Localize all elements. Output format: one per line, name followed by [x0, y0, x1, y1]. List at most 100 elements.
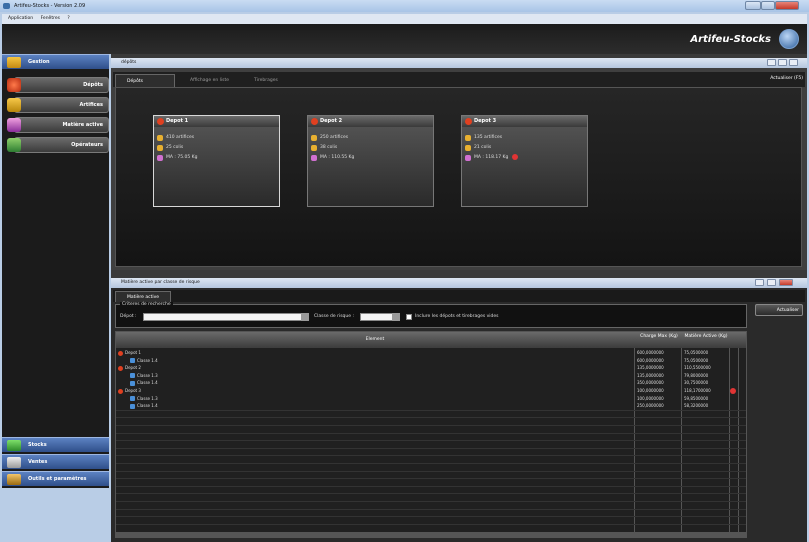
depot-card-name: Depot 3: [474, 118, 497, 124]
depot-icon: [118, 365, 123, 371]
classe-icon: [130, 380, 135, 386]
grid-horizontal-scrollbar[interactable]: [116, 532, 746, 537]
depot-card-name: Depot 1: [166, 118, 189, 124]
table-row[interactable]: Classe 1.4 350,0000000 30,7500000: [116, 379, 746, 387]
group-outils-label: Outils et paramètres: [28, 476, 87, 482]
depot-card-ma: MA : 118.17 Kg: [462, 153, 587, 163]
panel-restore-button[interactable]: [767, 279, 776, 286]
tab-tirebrages[interactable]: Tirebrages: [243, 74, 303, 87]
grid-line: [116, 501, 746, 502]
group-stocks[interactable]: Stocks: [2, 437, 109, 452]
chevron-down-icon[interactable]: [301, 313, 309, 321]
grid-header: Element Charge Max (Kg) Matière Active (…: [116, 332, 746, 348]
panel-restore-button[interactable]: [778, 59, 787, 66]
row-matiere-active: 110,5500000: [684, 365, 711, 371]
matiere-panel-title: Matière active par classe de risque: [121, 280, 200, 285]
tab-matiere-active-label: Matière active: [127, 295, 160, 300]
row-charge-max: 135,0000000: [637, 372, 664, 378]
tab-affichage-liste-label: Affichage en liste: [190, 78, 229, 83]
flask-icon: [157, 155, 163, 161]
menu-fenetres[interactable]: Fenêtres: [41, 16, 60, 21]
table-row[interactable]: Depot 3 100,0000000 118,1700000: [116, 387, 746, 395]
sidebar-item-depots[interactable]: Dépôts: [7, 77, 109, 93]
include-empty-label: Inclure les dépots et tirebrages vides: [415, 314, 499, 319]
main-area: dépôts Dépôts Affichage en liste Tirebra…: [111, 54, 807, 542]
table-row[interactable]: Classe 1.3 135,0000000 79,8000000: [116, 372, 746, 380]
row-charge-max: 100,0000000: [637, 395, 664, 401]
group-ventes[interactable]: Ventes: [2, 454, 109, 469]
table-row[interactable]: Classe 1.4 600,0000000 75,0500000: [116, 357, 746, 365]
window-title: Artifeu-Stocks - Version 2.09: [14, 3, 86, 9]
table-row[interactable]: Classe 1.3 100,0000000 59,8500000: [116, 395, 746, 403]
classe-label: Classe de risque :: [314, 314, 354, 319]
close-button[interactable]: [775, 1, 799, 10]
panel-maximize-button[interactable]: [789, 59, 798, 66]
depot-card-colis: 25 colis: [154, 143, 279, 153]
column-element[interactable]: Element: [116, 337, 634, 342]
minimize-button[interactable]: [745, 1, 761, 10]
depot-card[interactable]: Depot 3 135 artifices 21 colis MA : 118.…: [461, 115, 588, 207]
group-gestion[interactable]: Gestion: [2, 54, 109, 69]
tools-icon: [7, 474, 21, 485]
depot-icon: [157, 118, 164, 125]
menu-help[interactable]: ?: [67, 16, 69, 21]
depot-card[interactable]: Depot 2 250 artifices 38 colis MA : 110.…: [307, 115, 434, 207]
package-icon: [157, 145, 163, 151]
grid-line: [116, 432, 746, 434]
depot-card-colis: 38 colis: [308, 143, 433, 153]
maximize-button[interactable]: [761, 1, 775, 10]
box-icon: [7, 98, 21, 112]
depots-panel: dépôts Dépôts Affichage en liste Tirebra…: [111, 58, 807, 270]
depot-select[interactable]: [143, 313, 308, 321]
row-charge-max: 600,0000000: [637, 357, 664, 363]
artifices-count: 135 artifices: [474, 135, 503, 140]
sidebar-item-operateurs[interactable]: Opérateurs: [7, 137, 109, 153]
row-matiere-active: 118,1700000: [684, 388, 711, 393]
grid-line: [116, 508, 746, 510]
brand-name: Artifeu-Stocks: [690, 34, 771, 45]
grid-rows: Depot 1 600,0000000 75,0500000 Classe 1.4 60…: [116, 349, 746, 532]
sidebar-item-label: Matière active: [62, 122, 103, 128]
column-charge[interactable]: Charge Max (Kg): [638, 334, 680, 339]
depot-icon: [118, 388, 123, 394]
artifices-count: 410 artifices: [166, 135, 195, 140]
depot-card-colis: 21 colis: [462, 143, 587, 153]
app-icon: [3, 3, 10, 9]
column-matiere[interactable]: Matière Active (Kg): [684, 334, 728, 339]
refresh-button[interactable]: Actualiser: [755, 304, 803, 316]
grid-line: [116, 440, 746, 442]
tab-matiere-active[interactable]: Matière active: [115, 291, 171, 302]
panel-minimize-button[interactable]: [767, 59, 776, 66]
table-row[interactable]: Classe 1.4 250,0000000 58,3200000: [116, 402, 746, 410]
window-titlebar: Artifeu-Stocks - Version 2.09: [0, 0, 809, 12]
sidebar-item-artifices[interactable]: Artifices: [7, 97, 109, 113]
row-element-name: Classe 1.3: [137, 395, 158, 401]
package-icon: [465, 145, 471, 151]
row-charge-max: 600,0000000: [637, 350, 664, 355]
menu-application[interactable]: Application: [8, 16, 33, 21]
tab-affichage-liste[interactable]: Affichage en liste: [179, 74, 241, 87]
chevron-down-icon[interactable]: [392, 313, 400, 321]
row-element-name: Classe 1.3: [137, 372, 158, 378]
matiere-grid: Element Charge Max (Kg) Matière Active (…: [115, 331, 747, 538]
flask-icon: [311, 155, 317, 161]
tab-depots[interactable]: Dépôts: [115, 74, 175, 87]
depot-card-ma: MA : 110.55 Kg: [308, 153, 433, 163]
row-element-name: Classe 1.4: [137, 403, 158, 409]
table-row[interactable]: Depot 2 135,0000000 110,5500000: [116, 364, 746, 372]
document-icon: [7, 457, 21, 468]
depot-card[interactable]: Depot 1 410 artifices 25 colis MA : 75.0…: [153, 115, 280, 207]
grid-line: [116, 485, 746, 487]
panel-close-button[interactable]: [779, 279, 793, 286]
include-empty-checkbox[interactable]: [406, 314, 412, 320]
flask-icon: [7, 118, 21, 132]
panel-minimize-button[interactable]: [755, 279, 764, 286]
table-row[interactable]: Depot 1 600,0000000 75,0500000: [116, 349, 746, 357]
refresh-f5-button[interactable]: Actualiser (F5): [753, 74, 803, 84]
grid-line: [116, 455, 746, 457]
classe-icon: [130, 358, 135, 364]
group-outils[interactable]: Outils et paramètres: [2, 471, 109, 486]
sidebar-item-matiere-active[interactable]: Matière active: [7, 117, 109, 133]
artifices-count: 250 artifices: [320, 135, 349, 140]
row-matiere-active: 58,3200000: [684, 403, 709, 409]
